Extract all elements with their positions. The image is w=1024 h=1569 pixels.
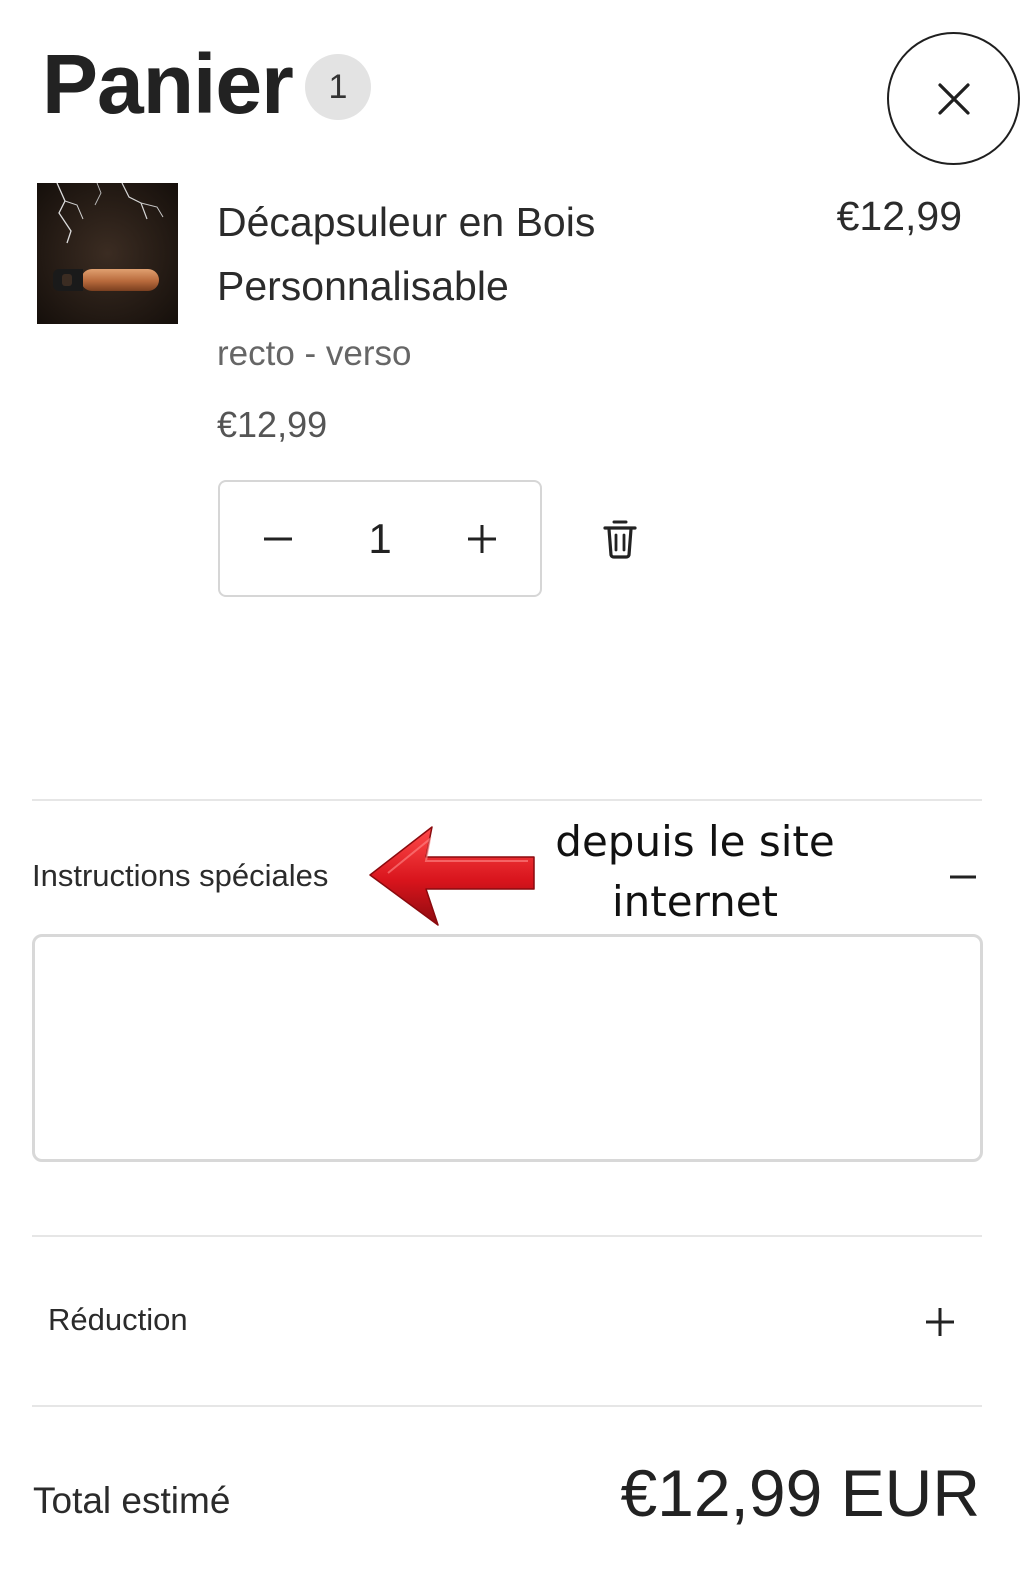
increase-quantity-button[interactable] [454,511,510,567]
plus-icon [468,524,496,553]
product-name[interactable]: Décapsuleur en Bois Personnalisable [217,190,777,318]
minus-icon [950,875,976,879]
minus-icon [264,537,292,540]
trash-icon [603,520,637,559]
unit-price: €12,99 [217,404,328,445]
page-title: Panier [42,37,294,131]
plus-icon [926,1308,954,1336]
divider [32,1235,982,1237]
quantity-input[interactable] [340,514,420,563]
collapse-instructions-button[interactable] [940,862,986,892]
cart-drawer: Panier 1 Décapsuleur en Bois Personnalis… [0,0,1024,1569]
close-button[interactable] [887,32,1020,165]
divider [32,1405,982,1407]
cart-count-badge: 1 [305,54,371,120]
decrease-quantity-button[interactable] [250,511,306,567]
remove-item-button[interactable] [596,515,644,563]
divider [32,799,982,801]
expand-discount-button[interactable] [918,1300,962,1344]
estimated-total-label: Total estimé [33,1480,231,1521]
special-instructions-label[interactable]: Instructions spéciales [32,858,328,894]
estimated-total-value: €12,99 EUR [620,1456,980,1530]
quantity-stepper [218,480,542,597]
red-arrow-annotation [369,826,535,926]
bottle-opener-image [37,183,178,324]
product-variant: recto - verso [217,334,412,373]
line-total-price: €12,99 [836,193,962,239]
product-thumbnail[interactable] [37,183,178,324]
special-instructions-textarea[interactable] [32,934,983,1162]
annotation-text: depuis le site internet [555,817,835,926]
close-icon [937,82,970,115]
discount-label[interactable]: Réduction [48,1302,188,1338]
